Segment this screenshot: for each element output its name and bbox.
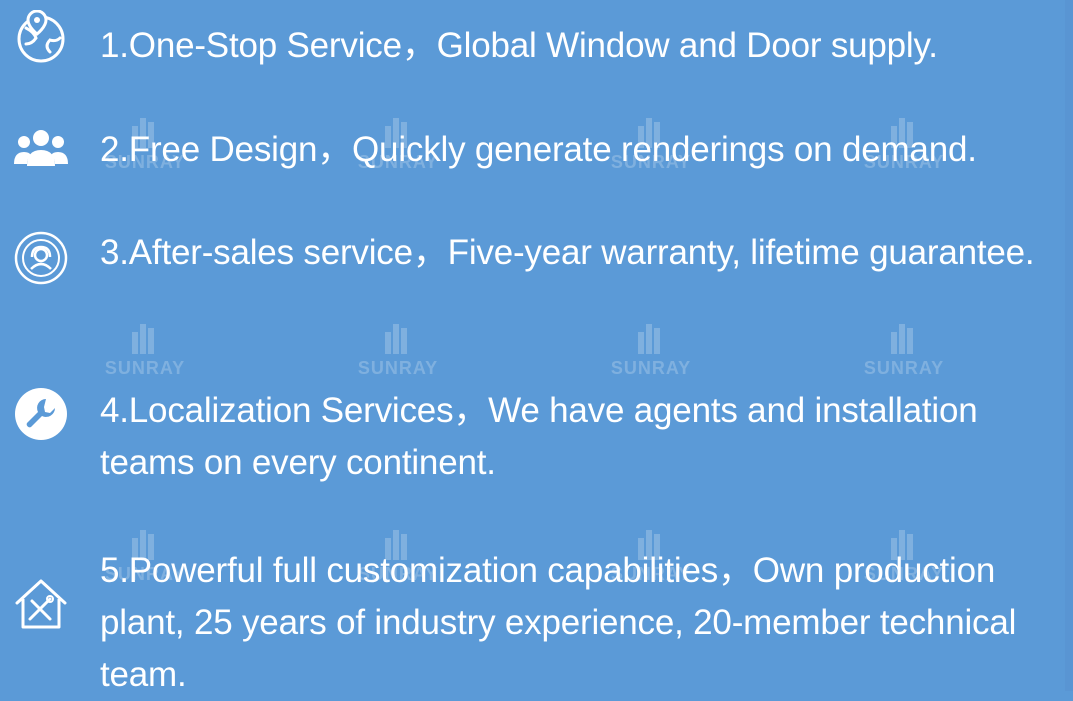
support-agent-icon xyxy=(12,229,70,287)
feature-text: 2.Free Design，Quickly generate rendering… xyxy=(100,130,977,169)
watermark-logo: SUNRAY xyxy=(333,318,463,388)
watermark-text: SUNRAY xyxy=(104,358,186,378)
watermark-logo: SUNRAY xyxy=(80,318,210,388)
feature-panel: SUNRAY SUNRAY SUNRAY SUNRAY SUNRAY SUNRA… xyxy=(0,0,1073,694)
watermark-logo: SUNRAY xyxy=(839,318,969,388)
feature-text: 4.Localization Services，We have agents a… xyxy=(100,391,978,482)
team-icon xyxy=(12,120,70,178)
watermark-text: SUNRAY xyxy=(357,358,439,378)
feature-text: 1.One-Stop Service，Global Window and Doo… xyxy=(100,26,938,65)
globe-location-icon xyxy=(12,10,70,68)
feature-text: 5.Powerful full customization capabiliti… xyxy=(100,551,1017,694)
watermark-logo: SUNRAY xyxy=(586,318,716,388)
feature-text: 3.After-sales service，Five-year warranty… xyxy=(100,233,1035,272)
watermark-text: SUNRAY xyxy=(863,358,945,378)
wrench-icon xyxy=(12,385,70,443)
right-edge xyxy=(1065,0,1073,691)
watermark-text: SUNRAY xyxy=(610,358,692,378)
house-tools-icon xyxy=(12,575,70,633)
